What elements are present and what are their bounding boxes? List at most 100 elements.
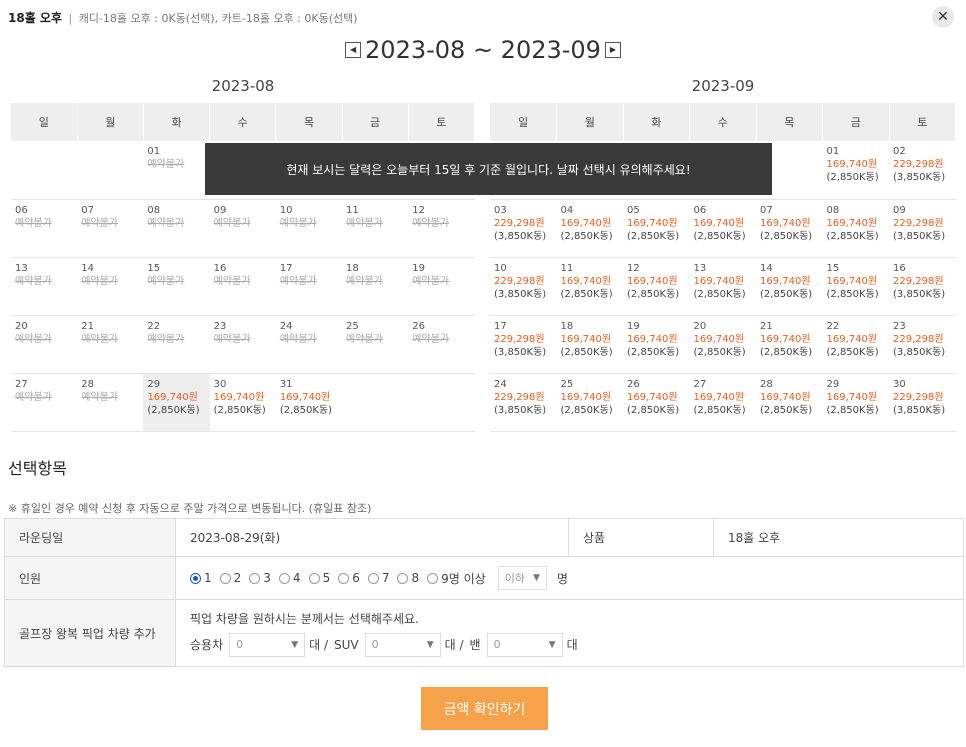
day-price-local: (3,850K동) [893, 346, 946, 358]
day-number: 18 [346, 262, 359, 274]
calendar-day-cell: 11 예약불가 [342, 199, 409, 258]
day-price-local: (2,850K동) [213, 404, 266, 416]
calendar-day-cell[interactable]: 28 169,740원 (2,850K동) [756, 373, 823, 432]
day-number: 05 [627, 204, 640, 216]
calendar-day-cell: 26 예약불가 [408, 315, 475, 374]
calendar-day-cell: 14 예약불가 [77, 257, 144, 316]
people-radio-8[interactable]: 8 [397, 571, 419, 585]
calendar-day-cell[interactable]: 17 229,298원 (3,850K동) [490, 315, 557, 374]
calendar-day-cell[interactable]: 18 169,740원 (2,850K동) [556, 315, 623, 374]
calendar-day-cell[interactable]: 20 169,740원 (2,850K동) [689, 315, 756, 374]
day-number: 17 [494, 320, 507, 332]
day-price-local: (2,850K동) [760, 230, 813, 242]
calendar-day-cell[interactable]: 29 169,740원 (2,850K동) [822, 373, 889, 432]
chevron-down-icon: ▼ [532, 573, 540, 583]
calendar-day-cell[interactable]: 23 229,298원 (3,850K동) [889, 315, 956, 374]
people-radio-4[interactable]: 4 [278, 571, 301, 585]
weekday-header: 목 [275, 103, 343, 141]
day-number: 25 [346, 320, 359, 332]
people-radio-2[interactable]: 2 [219, 571, 241, 585]
product-value: 18홀 오후 [713, 518, 964, 557]
vehicle-count-select[interactable]: 0 ▼ [364, 632, 441, 657]
day-price: 169,740원 [693, 333, 745, 345]
day-price-local: (2,850K동) [627, 404, 680, 416]
calendar-day-cell[interactable]: 07 169,740원 (2,850K동) [756, 199, 823, 258]
calendar-day-cell: 16 예약불가 [209, 257, 276, 316]
calendar-day-cell[interactable]: 09 229,298원 (3,850K동) [889, 199, 956, 258]
pickup-label: 골프장 왕복 픽업 차량 추가 [4, 599, 176, 667]
unavailable-label: 예약불가 [279, 217, 317, 229]
chevron-down-icon: ▼ [291, 639, 299, 650]
radio-dot-icon [219, 572, 231, 584]
round-date-label: 라운딩일 [4, 518, 176, 557]
calendar-day-cell[interactable]: 27 169,740원 (2,850K동) [689, 373, 756, 432]
day-number: 26 [412, 320, 425, 332]
vehicle-unit: 대 / [309, 638, 329, 652]
next-month-icon[interactable]: ▶ [604, 42, 621, 58]
calendar-day-cell[interactable]: 03 229,298원 (3,850K동) [490, 199, 557, 258]
calendar-day-cell[interactable]: 30 169,740원 (2,850K동) [209, 373, 276, 432]
calendar-day-cell: 28 예약불가 [77, 373, 144, 432]
calendar-day-cell[interactable]: 11 169,740원 (2,850K동) [556, 257, 623, 316]
unavailable-label: 예약불가 [81, 275, 119, 287]
calendar-day-cell[interactable]: 10 229,298원 (3,850K동) [490, 257, 557, 316]
calendar-day-cell[interactable]: 13 169,740원 (2,850K동) [689, 257, 756, 316]
calendar-day-cell[interactable]: 01 169,740원 (2,850K동) [822, 141, 889, 200]
calendar-day-cell: 15 예약불가 [143, 257, 210, 316]
calendar-day-cell[interactable]: 31 169,740원 (2,850K동) [275, 373, 343, 432]
calendar-day-cell[interactable]: 06 169,740원 (2,850K동) [689, 199, 756, 258]
people-extra-select[interactable]: 이하 ▼ [497, 566, 547, 590]
day-number: 31 [279, 378, 293, 390]
radio-label: 5 [322, 571, 331, 585]
calendar-day-cell: 24 예약불가 [275, 315, 343, 374]
people-radio-9[interactable]: 9명 이상 [427, 570, 486, 587]
day-price: 169,740원 [627, 217, 678, 229]
calendar-day-cell[interactable]: 02 229,298원 (3,850K동) [889, 141, 956, 200]
calendar-day-cell[interactable]: 16 229,298원 (3,850K동) [889, 257, 956, 316]
calendar-day-cell[interactable]: 08 169,740원 (2,850K동) [822, 199, 889, 258]
prev-month-icon[interactable]: ◀ [345, 42, 362, 58]
day-number: 20 [15, 320, 28, 332]
calendar-day-cell[interactable]: 15 169,740원 (2,850K동) [822, 257, 889, 316]
day-number: 15 [826, 262, 840, 274]
calendar-day-cell[interactable]: 05 169,740원 (2,850K동) [623, 199, 690, 258]
calendar-week: 27 예약불가 28 예약불가 29 169,740원 (2,850K동) 30 169,740… [11, 373, 475, 432]
day-number: 02 [893, 146, 906, 157]
check-price-button[interactable]: 금액 확인하기 [421, 687, 548, 730]
day-price-local: (3,850K동) [494, 346, 547, 358]
day-price: 169,740원 [760, 217, 811, 229]
calendar-day-cell[interactable]: 26 169,740원 (2,850K동) [623, 373, 690, 432]
calendar-day-cell[interactable]: 24 229,298원 (3,850K동) [490, 373, 557, 432]
people-label: 인원 [4, 556, 176, 600]
people-radio-5[interactable]: 5 [308, 571, 331, 585]
day-number: 11 [560, 262, 574, 274]
people-radio-6[interactable]: 6 [338, 571, 360, 585]
unavailable-label: 예약불가 [279, 333, 317, 345]
calendar-day-cell[interactable]: 04 169,740원 (2,850K동) [556, 199, 623, 258]
calendar-day-cell[interactable]: 29 169,740원 (2,850K동) [143, 373, 210, 432]
weekday-header: 목 [756, 103, 823, 141]
select-value: 0 [493, 638, 501, 651]
calendar-day-cell[interactable]: 22 169,740원 (2,850K동) [822, 315, 889, 374]
people-radio-3[interactable]: 3 [249, 571, 271, 585]
day-number: 27 [15, 378, 28, 390]
round-date-value: 2023-08-29(화) [175, 518, 569, 557]
people-radio-7[interactable]: 7 [367, 571, 389, 585]
radio-label: 8 [411, 571, 420, 585]
vehicle-count-select[interactable]: 0 ▼ [229, 632, 306, 657]
people-radio-1[interactable]: 1 [190, 571, 212, 585]
unavailable-label: 예약불가 [147, 275, 185, 287]
calendar-day-cell[interactable]: 21 169,740원 (2,850K동) [756, 315, 823, 374]
calendar-day-cell[interactable]: 19 169,740원 (2,850K동) [623, 315, 690, 374]
vehicle-count-select[interactable]: 0 ▼ [486, 632, 563, 657]
calendar-day-cell[interactable]: 14 169,740원 (2,850K동) [756, 257, 823, 316]
calendar-day-cell[interactable]: 12 169,740원 (2,850K동) [623, 257, 690, 316]
calendar-day-cell[interactable]: 25 169,740원 (2,850K동) [556, 373, 623, 432]
day-price-local: (2,850K동) [693, 288, 746, 300]
calendar-day-cell[interactable]: 30 229,298원 (3,850K동) [889, 373, 956, 432]
calendar-empty-cell [408, 373, 475, 432]
unavailable-label: 예약불가 [81, 391, 119, 403]
close-icon[interactable]: ✕ [932, 6, 954, 28]
day-price: 169,740원 [213, 391, 265, 403]
calendar-day-cell: 23 예약불가 [209, 315, 276, 374]
